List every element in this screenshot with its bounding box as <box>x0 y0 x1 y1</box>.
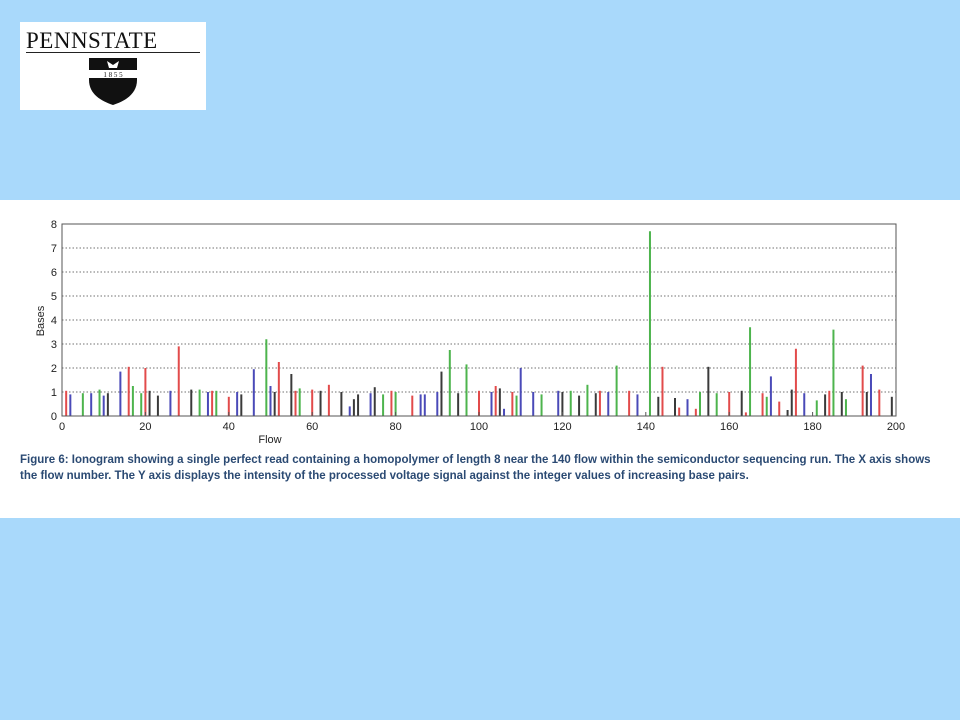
logo-year: 1 8 5 5 <box>103 71 123 79</box>
x-axis-label: Flow <box>258 434 281 446</box>
x-tick-label: 200 <box>887 421 905 433</box>
logo-rule <box>26 52 200 53</box>
x-tick-label: 40 <box>223 421 235 433</box>
x-tick-label: 0 <box>59 421 65 433</box>
figure-panel: 0 20 40 60 80 100 120 140 160 180 200 0 1 2 3 4 5 6 7 8 Fl… <box>0 200 960 518</box>
y-tick-label: 5 <box>51 291 57 303</box>
y-tick-labels: 0 1 2 3 4 5 6 7 8 <box>51 219 57 423</box>
y-tick-label: 0 <box>51 411 57 423</box>
y-tick-label: 8 <box>51 219 57 231</box>
grid-lines <box>62 247 896 393</box>
ionogram-chart: 0 20 40 60 80 100 120 140 160 180 200 0 1 2 3 4 5 6 7 8 Fl… <box>35 219 905 446</box>
x-tick-label: 80 <box>389 421 401 433</box>
y-tick-label: 4 <box>51 315 57 327</box>
y-axis-label: Bases <box>35 305 47 336</box>
x-tick-label: 160 <box>720 421 738 433</box>
figure-caption: Figure 6: Ionogram showing a single perf… <box>20 454 931 482</box>
y-tick-label: 6 <box>51 267 57 279</box>
x-tick-label: 100 <box>470 421 488 433</box>
penn-state-logo: PENNSTATE 1 8 5 5 <box>20 22 206 110</box>
y-tick-label: 1 <box>51 387 57 399</box>
logo-wordmark: PENNSTATE <box>26 28 158 53</box>
y-tick-label: 3 <box>51 339 57 351</box>
x-tick-label: 120 <box>553 421 571 433</box>
x-tick-label: 180 <box>803 421 821 433</box>
y-tick-label: 2 <box>51 363 57 375</box>
y-tick-label: 7 <box>51 243 57 255</box>
x-tick-label: 60 <box>306 421 318 433</box>
bars <box>65 231 893 416</box>
nittany-lion-shield-icon: 1 8 5 5 <box>89 58 137 105</box>
x-tick-label: 20 <box>139 421 151 433</box>
x-tick-label: 140 <box>637 421 655 433</box>
